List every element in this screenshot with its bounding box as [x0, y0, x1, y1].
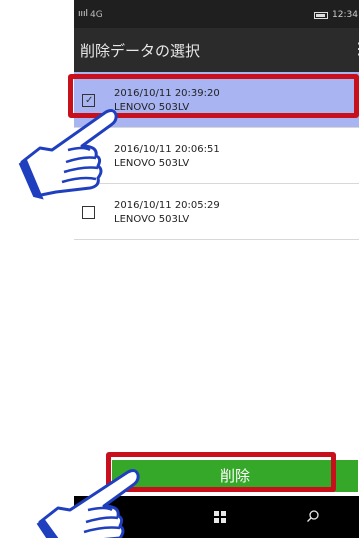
tutorial-screenshot: ıııl 4G 12:34 削除データの選択 ⋮ ✓ 2016/10/11 20… [0, 0, 359, 538]
signal-icon: ıııl [78, 9, 89, 19]
checkbox[interactable] [82, 206, 95, 219]
more-menu-icon[interactable]: ⋮ [351, 38, 359, 60]
record-date: 2016/10/11 20:06:51 [114, 144, 220, 155]
network-type: 4G [90, 10, 103, 20]
record-device: LENOVO 503LV [114, 158, 190, 169]
pointing-hand-icon [18, 109, 118, 200]
status-bar: ıııl 4G 12:34 [74, 0, 359, 28]
record-date: 2016/10/11 20:05:29 [114, 200, 220, 211]
pointing-hand-icon [36, 469, 140, 538]
windows-icon[interactable] [214, 511, 226, 523]
page-title: 削除データの選択 [80, 42, 201, 60]
record-device: LENOVO 503LV [114, 214, 190, 225]
search-icon[interactable] [306, 509, 320, 523]
app-bar: 削除データの選択 ⋮ [74, 28, 359, 72]
battery-icon [314, 12, 328, 19]
clock: 12:34 [332, 10, 358, 20]
